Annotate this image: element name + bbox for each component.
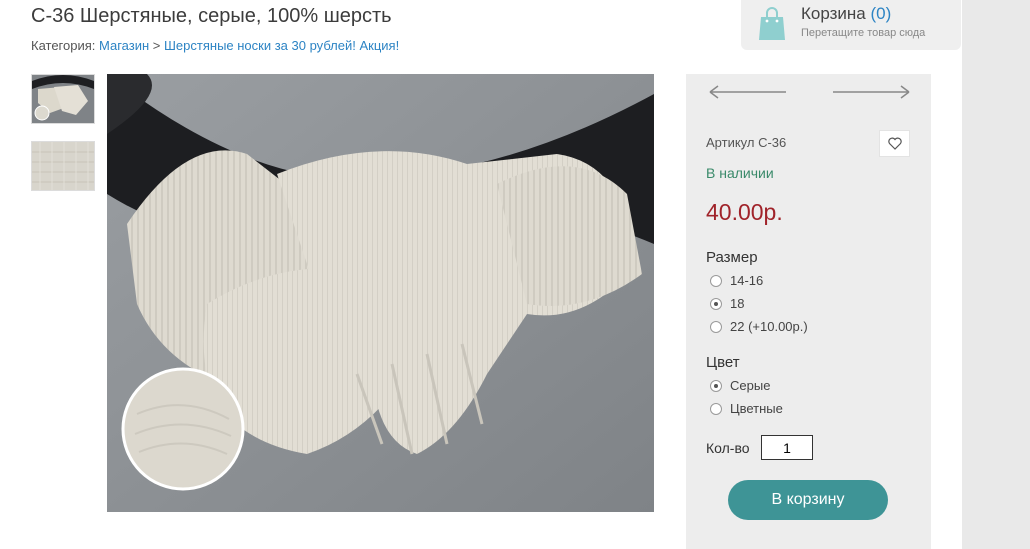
- radio-button[interactable]: [710, 321, 722, 333]
- product-price: 40.00р.: [706, 199, 783, 225]
- thumbnail-texture[interactable]: [31, 141, 95, 191]
- color-label: Цвет: [706, 354, 740, 371]
- color-option-label: Серые: [730, 378, 771, 393]
- product-sku: Артикул С-36: [706, 135, 787, 150]
- size-label: Размер: [706, 249, 758, 266]
- quantity-label: Кол-во: [706, 440, 750, 456]
- shopping-bag-icon: [759, 7, 785, 40]
- add-to-cart-button[interactable]: В корзину: [728, 480, 888, 520]
- size-option-label: 18: [730, 296, 745, 311]
- size-option-label: 22 (+10.00р.): [730, 319, 808, 334]
- wishlist-button[interactable]: [879, 130, 910, 157]
- product-title: С-36 Шерстяные, серые, 100% шерсть: [31, 5, 392, 27]
- breadcrumb-link-category[interactable]: Шерстяные носки за 30 рублей! Акция!: [164, 38, 399, 53]
- heart-icon: [888, 137, 902, 150]
- arrow-right-icon[interactable]: [831, 84, 911, 100]
- cart-title: Корзина (0): [801, 4, 891, 24]
- cart-label: Корзина: [801, 4, 866, 23]
- radio-button[interactable]: [710, 403, 722, 415]
- product-image-gloves[interactable]: [107, 74, 654, 512]
- radio-button[interactable]: [710, 380, 722, 392]
- thumbnail-gloves[interactable]: [31, 74, 95, 124]
- breadcrumb-separator: >: [152, 38, 161, 53]
- radio-button[interactable]: [710, 275, 722, 287]
- arrow-left-icon[interactable]: [708, 84, 788, 100]
- breadcrumb-link-shop[interactable]: Магазин: [99, 38, 149, 53]
- quantity-input[interactable]: [761, 435, 813, 460]
- stock-status: В наличии: [706, 165, 774, 181]
- radio-button[interactable]: [710, 298, 722, 310]
- product-info-panel: Артикул С-36 В наличии 40.00р. Размер 14…: [686, 74, 931, 549]
- page-side-strip: [962, 0, 1030, 549]
- cart-hint: Перетащите товар сюда: [801, 27, 926, 39]
- size-option-label: 14-16: [730, 273, 764, 288]
- color-option-label: Цветные: [730, 401, 783, 416]
- cart-count: (0): [870, 4, 892, 23]
- cart-widget[interactable]: Корзина (0) Перетащите товар сюда: [741, 0, 961, 50]
- breadcrumb-prefix: Категория:: [31, 38, 96, 53]
- breadcrumb: Категория: Магазин > Шерстяные носки за …: [31, 38, 399, 53]
